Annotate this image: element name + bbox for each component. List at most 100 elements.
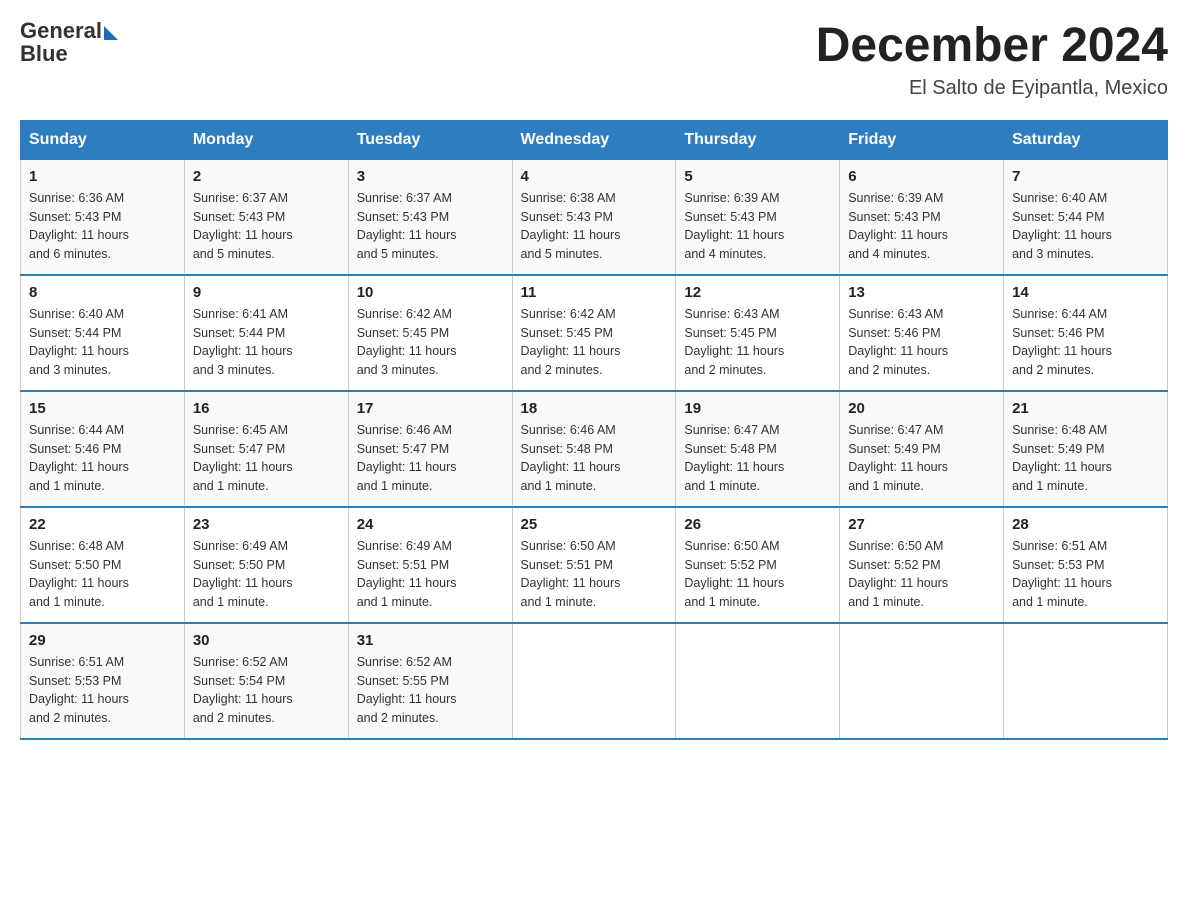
- day-info: Sunrise: 6:49 AMSunset: 5:50 PMDaylight:…: [193, 537, 340, 612]
- day-number: 18: [521, 400, 668, 417]
- day-info: Sunrise: 6:48 AMSunset: 5:50 PMDaylight:…: [29, 537, 176, 612]
- day-info: Sunrise: 6:52 AMSunset: 5:54 PMDaylight:…: [193, 653, 340, 728]
- calendar-week-2: 8 Sunrise: 6:40 AMSunset: 5:44 PMDaylight…: [21, 275, 1168, 391]
- day-number: 23: [193, 516, 340, 533]
- day-info: Sunrise: 6:49 AMSunset: 5:51 PMDaylight:…: [357, 537, 504, 612]
- day-info: Sunrise: 6:44 AMSunset: 5:46 PMDaylight:…: [1012, 305, 1159, 380]
- calendar-day: 23 Sunrise: 6:49 AMSunset: 5:50 PMDayligh…: [184, 507, 348, 623]
- day-number: 26: [684, 516, 831, 533]
- day-info: Sunrise: 6:51 AMSunset: 5:53 PMDaylight:…: [1012, 537, 1159, 612]
- day-number: 17: [357, 400, 504, 417]
- day-info: Sunrise: 6:48 AMSunset: 5:49 PMDaylight:…: [1012, 421, 1159, 496]
- day-number: 3: [357, 168, 504, 185]
- calendar-table: SundayMondayTuesdayWednesdayThursdayFrid…: [20, 120, 1168, 740]
- day-info: Sunrise: 6:47 AMSunset: 5:49 PMDaylight:…: [848, 421, 995, 496]
- calendar-day: [840, 623, 1004, 739]
- calendar-day: 26 Sunrise: 6:50 AMSunset: 5:52 PMDayligh…: [676, 507, 840, 623]
- day-info: Sunrise: 6:47 AMSunset: 5:48 PMDaylight:…: [684, 421, 831, 496]
- day-number: 2: [193, 168, 340, 185]
- calendar-day: 14 Sunrise: 6:44 AMSunset: 5:46 PMDayligh…: [1004, 275, 1168, 391]
- day-number: 5: [684, 168, 831, 185]
- day-info: Sunrise: 6:37 AMSunset: 5:43 PMDaylight:…: [357, 189, 504, 264]
- day-info: Sunrise: 6:50 AMSunset: 5:52 PMDaylight:…: [848, 537, 995, 612]
- calendar-day: [512, 623, 676, 739]
- day-number: 16: [193, 400, 340, 417]
- logo-text-blue: Blue: [20, 41, 68, 66]
- calendar-day: 6 Sunrise: 6:39 AMSunset: 5:43 PMDaylight…: [840, 159, 1004, 275]
- calendar-day: 30Sunrise: 6:52 AMSunset: 5:54 PMDayligh…: [184, 623, 348, 739]
- day-info: Sunrise: 6:42 AMSunset: 5:45 PMDaylight:…: [521, 305, 668, 380]
- day-info: Sunrise: 6:51 AMSunset: 5:53 PMDaylight:…: [29, 653, 176, 728]
- calendar-day: 12Sunrise: 6:43 AMSunset: 5:45 PMDayligh…: [676, 275, 840, 391]
- calendar-day: 24 Sunrise: 6:49 AMSunset: 5:51 PMDayligh…: [348, 507, 512, 623]
- logo-text-general: General: [20, 18, 102, 43]
- calendar-header-row: SundayMondayTuesdayWednesdayThursdayFrid…: [21, 120, 1168, 159]
- calendar-week-1: 1Sunrise: 6:36 AMSunset: 5:43 PMDaylight…: [21, 159, 1168, 275]
- day-number: 22: [29, 516, 176, 533]
- calendar-day: 10 Sunrise: 6:42 AMSunset: 5:45 PMDayligh…: [348, 275, 512, 391]
- day-number: 21: [1012, 400, 1159, 417]
- day-info: Sunrise: 6:37 AMSunset: 5:43 PMDaylight:…: [193, 189, 340, 264]
- title-block: December 2024 El Salto de Eyipantla, Mex…: [816, 20, 1168, 100]
- header-monday: Monday: [184, 120, 348, 159]
- day-number: 9: [193, 284, 340, 301]
- day-info: Sunrise: 6:50 AMSunset: 5:52 PMDaylight:…: [684, 537, 831, 612]
- calendar-day: 21 Sunrise: 6:48 AMSunset: 5:49 PMDayligh…: [1004, 391, 1168, 507]
- day-number: 13: [848, 284, 995, 301]
- calendar-day: 13 Sunrise: 6:43 AMSunset: 5:46 PMDayligh…: [840, 275, 1004, 391]
- day-info: Sunrise: 6:39 AMSunset: 5:43 PMDaylight:…: [848, 189, 995, 264]
- day-info: Sunrise: 6:40 AMSunset: 5:44 PMDaylight:…: [29, 305, 176, 380]
- day-info: Sunrise: 6:50 AMSunset: 5:51 PMDaylight:…: [521, 537, 668, 612]
- day-number: 31: [357, 632, 504, 649]
- day-number: 11: [521, 284, 668, 301]
- location-text: El Salto de Eyipantla, Mexico: [816, 77, 1168, 100]
- month-title: December 2024: [816, 20, 1168, 73]
- day-number: 7: [1012, 168, 1159, 185]
- day-number: 27: [848, 516, 995, 533]
- day-info: Sunrise: 6:40 AMSunset: 5:44 PMDaylight:…: [1012, 189, 1159, 264]
- logo-triangle-icon: [104, 26, 118, 40]
- day-info: Sunrise: 6:46 AMSunset: 5:48 PMDaylight:…: [521, 421, 668, 496]
- day-number: 24: [357, 516, 504, 533]
- day-number: 1: [29, 168, 176, 185]
- day-info: Sunrise: 6:38 AMSunset: 5:43 PMDaylight:…: [521, 189, 668, 264]
- day-number: 19: [684, 400, 831, 417]
- day-info: Sunrise: 6:52 AMSunset: 5:55 PMDaylight:…: [357, 653, 504, 728]
- logo: General Blue: [20, 20, 118, 66]
- day-number: 8: [29, 284, 176, 301]
- calendar-week-3: 15Sunrise: 6:44 AMSunset: 5:46 PMDayligh…: [21, 391, 1168, 507]
- calendar-day: 3 Sunrise: 6:37 AMSunset: 5:43 PMDaylight…: [348, 159, 512, 275]
- calendar-day: 16Sunrise: 6:45 AMSunset: 5:47 PMDayligh…: [184, 391, 348, 507]
- calendar-day: 1Sunrise: 6:36 AMSunset: 5:43 PMDaylight…: [21, 159, 185, 275]
- calendar-day: 8 Sunrise: 6:40 AMSunset: 5:44 PMDaylight…: [21, 275, 185, 391]
- calendar-day: 5Sunrise: 6:39 AMSunset: 5:43 PMDaylight…: [676, 159, 840, 275]
- calendar-day: [1004, 623, 1168, 739]
- calendar-day: 7 Sunrise: 6:40 AMSunset: 5:44 PMDaylight…: [1004, 159, 1168, 275]
- calendar-day: [676, 623, 840, 739]
- calendar-day: 11 Sunrise: 6:42 AMSunset: 5:45 PMDayligh…: [512, 275, 676, 391]
- calendar-day: 4 Sunrise: 6:38 AMSunset: 5:43 PMDaylight…: [512, 159, 676, 275]
- calendar-day: 31 Sunrise: 6:52 AMSunset: 5:55 PMDayligh…: [348, 623, 512, 739]
- calendar-week-4: 22 Sunrise: 6:48 AMSunset: 5:50 PMDayligh…: [21, 507, 1168, 623]
- calendar-day: 28 Sunrise: 6:51 AMSunset: 5:53 PMDayligh…: [1004, 507, 1168, 623]
- header-wednesday: Wednesday: [512, 120, 676, 159]
- day-number: 6: [848, 168, 995, 185]
- day-number: 14: [1012, 284, 1159, 301]
- day-info: Sunrise: 6:46 AMSunset: 5:47 PMDaylight:…: [357, 421, 504, 496]
- day-number: 25: [521, 516, 668, 533]
- calendar-day: 25 Sunrise: 6:50 AMSunset: 5:51 PMDayligh…: [512, 507, 676, 623]
- calendar-week-5: 29 Sunrise: 6:51 AMSunset: 5:53 PMDayligh…: [21, 623, 1168, 739]
- day-number: 28: [1012, 516, 1159, 533]
- day-number: 12: [684, 284, 831, 301]
- day-number: 29: [29, 632, 176, 649]
- calendar-day: 2 Sunrise: 6:37 AMSunset: 5:43 PMDaylight…: [184, 159, 348, 275]
- day-number: 10: [357, 284, 504, 301]
- day-info: Sunrise: 6:42 AMSunset: 5:45 PMDaylight:…: [357, 305, 504, 380]
- calendar-day: 17 Sunrise: 6:46 AMSunset: 5:47 PMDayligh…: [348, 391, 512, 507]
- calendar-day: 29 Sunrise: 6:51 AMSunset: 5:53 PMDayligh…: [21, 623, 185, 739]
- day-info: Sunrise: 6:44 AMSunset: 5:46 PMDaylight:…: [29, 421, 176, 496]
- calendar-day: 19 Sunrise: 6:47 AMSunset: 5:48 PMDayligh…: [676, 391, 840, 507]
- day-info: Sunrise: 6:43 AMSunset: 5:46 PMDaylight:…: [848, 305, 995, 380]
- calendar-day: 27 Sunrise: 6:50 AMSunset: 5:52 PMDayligh…: [840, 507, 1004, 623]
- day-number: 4: [521, 168, 668, 185]
